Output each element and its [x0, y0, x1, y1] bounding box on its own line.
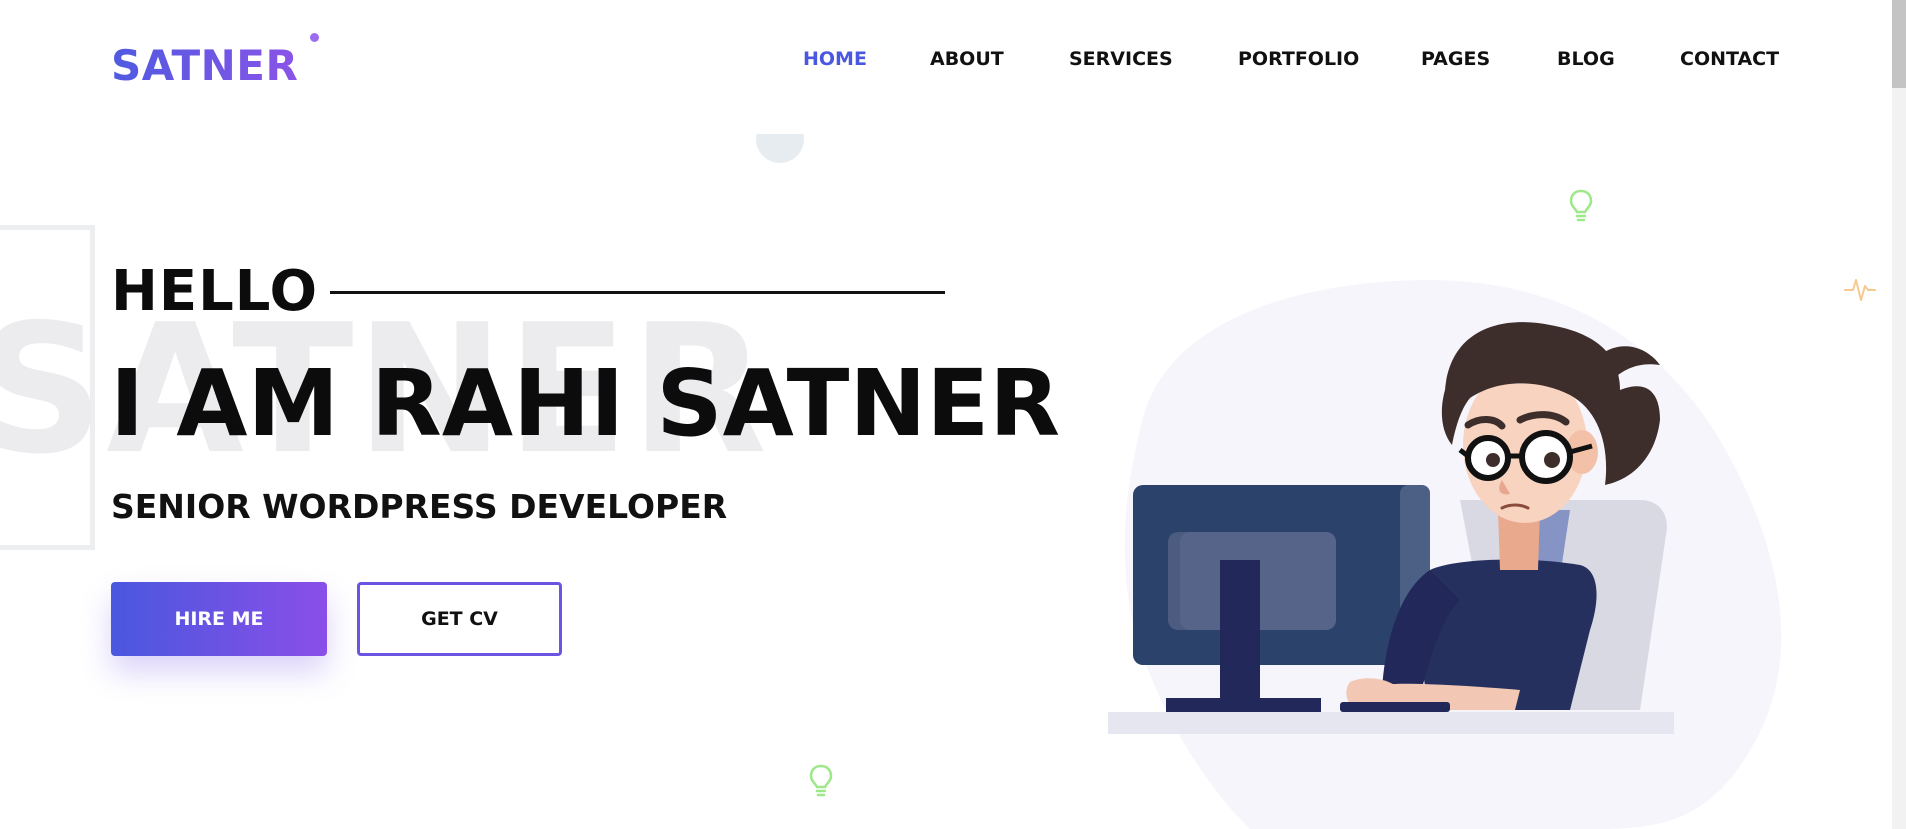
scrollbar-track[interactable]	[1892, 0, 1906, 829]
page: SATNER HOME ABOUT SERVICES PORTFOLIO PAG…	[0, 0, 1906, 829]
get-cv-button[interactable]: GET CV	[357, 582, 562, 656]
nav-item-home[interactable]: HOME	[803, 44, 867, 74]
developer-illustration	[1108, 280, 1782, 829]
hero-headline: I AM RAHI SATNER	[110, 350, 1061, 457]
hero-subtitle: SENIOR WORDPRESS DEVELOPER	[111, 487, 728, 526]
monitor-stand	[1220, 560, 1260, 708]
hero-greeting: HELLO	[111, 259, 319, 324]
keyboard	[1340, 702, 1450, 712]
nav-item-pages[interactable]: PAGES	[1421, 44, 1490, 74]
lightbulb-icon	[809, 764, 833, 797]
scrollbar-thumb[interactable]	[1892, 0, 1906, 88]
pupil-right	[1544, 452, 1560, 468]
nav-item-contact[interactable]: CONTACT	[1680, 44, 1779, 74]
nav-item-portfolio[interactable]: PORTFOLIO	[1238, 44, 1359, 74]
monitor-base	[1166, 698, 1321, 712]
decor-half-circle	[756, 134, 804, 163]
pulse-icon	[1844, 279, 1876, 301]
desk	[1108, 712, 1674, 734]
pupil-left	[1486, 453, 1500, 467]
nav-item-services[interactable]: SERVICES	[1069, 44, 1173, 74]
logo-dot	[310, 33, 319, 42]
greeting-divider	[330, 291, 945, 294]
nav-item-blog[interactable]: BLOG	[1557, 44, 1615, 74]
nav-item-about[interactable]: ABOUT	[930, 44, 1004, 74]
main-nav: HOME ABOUT SERVICES PORTFOLIO PAGES BLOG…	[0, 44, 1906, 74]
hire-me-button[interactable]: HIRE ME	[111, 582, 327, 656]
lightbulb-icon	[1569, 189, 1593, 222]
